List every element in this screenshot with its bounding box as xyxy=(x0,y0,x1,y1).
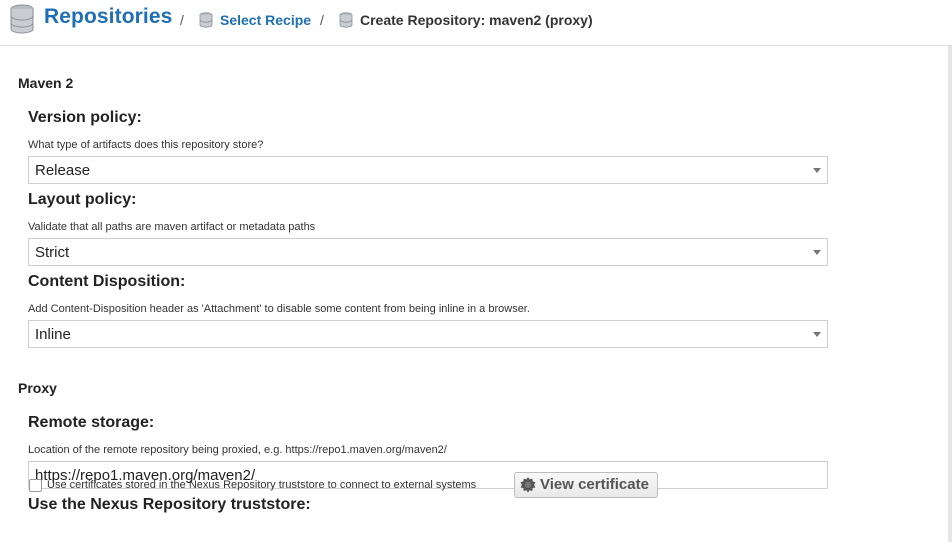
database-icon xyxy=(10,4,34,34)
chevron-down-icon[interactable] xyxy=(813,332,821,337)
repository-form: Maven 2 Version policy: What type of art… xyxy=(0,46,948,542)
content-disposition-help: Add Content-Disposition header as 'Attac… xyxy=(28,303,530,315)
page-header: Repositories / Select Recipe / Create Re… xyxy=(0,0,952,46)
chevron-down-icon[interactable] xyxy=(813,250,821,255)
section-title-maven: Maven 2 xyxy=(18,75,74,91)
layout-policy-select[interactable]: Strict xyxy=(28,238,828,266)
view-certificate-button[interactable]: View certificate xyxy=(514,472,658,498)
view-certificate-label: View certificate xyxy=(540,476,649,493)
version-policy-help: What type of artifacts does this reposit… xyxy=(28,139,264,151)
database-icon xyxy=(339,12,353,28)
content-disposition-select[interactable]: Inline xyxy=(28,320,828,348)
truststore-checkbox-label[interactable]: Use certificates stored in the Nexus Rep… xyxy=(47,479,476,491)
breadcrumb-separator: / xyxy=(180,12,184,28)
remote-storage-help: Location of the remote repository being … xyxy=(28,444,447,456)
remote-storage-label: Remote storage: xyxy=(28,414,155,431)
truststore-label: Use the Nexus Repository truststore: xyxy=(28,496,311,513)
chevron-down-icon[interactable] xyxy=(813,168,821,173)
database-icon xyxy=(199,12,213,28)
breadcrumb-current: Create Repository: maven2 (proxy) xyxy=(360,12,593,28)
content-disposition-label: Content Disposition: xyxy=(28,273,186,290)
scrollbar[interactable] xyxy=(948,46,952,542)
version-policy-select[interactable]: Release xyxy=(28,156,828,184)
layout-policy-label: Layout policy: xyxy=(28,191,137,208)
breadcrumb-root[interactable]: Repositories xyxy=(44,5,172,29)
version-policy-value: Release xyxy=(35,162,91,179)
section-title-proxy: Proxy xyxy=(18,380,57,396)
content-disposition-value: Inline xyxy=(35,326,71,343)
truststore-checkbox[interactable] xyxy=(29,479,42,492)
breadcrumb-separator: / xyxy=(320,12,324,28)
version-policy-label: Version policy: xyxy=(28,109,142,126)
layout-policy-help: Validate that all paths are maven artifa… xyxy=(28,221,316,233)
breadcrumb-select-recipe[interactable]: Select Recipe xyxy=(220,12,311,28)
layout-policy-value: Strict xyxy=(35,244,70,261)
certificate-icon xyxy=(520,477,536,493)
